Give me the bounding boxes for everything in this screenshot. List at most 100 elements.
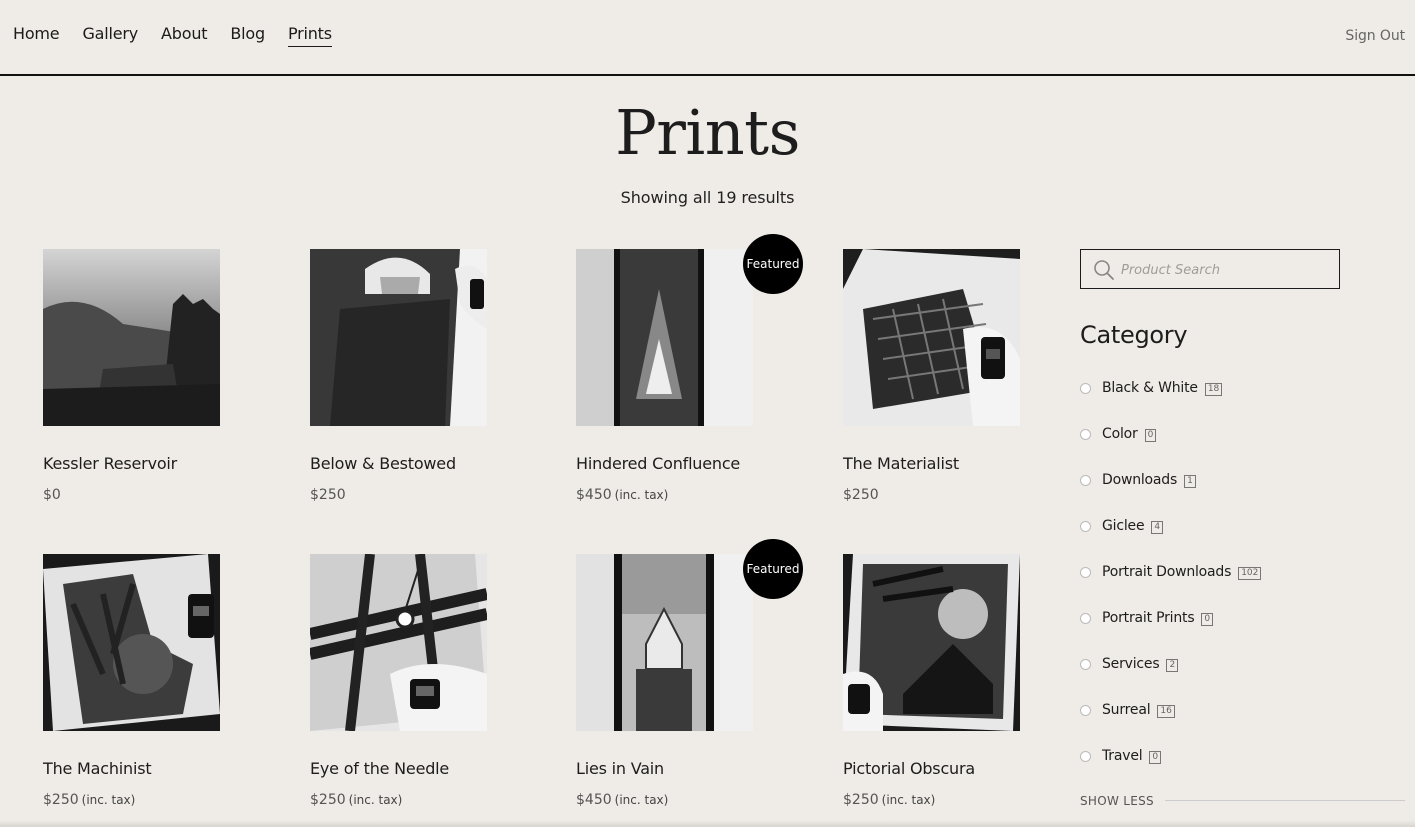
divider — [1165, 800, 1405, 801]
product-name[interactable]: Pictorial Obscura — [843, 759, 975, 778]
main-nav: Home Gallery About Blog Prints — [13, 24, 355, 47]
search-icon — [1094, 260, 1114, 280]
framed-forest-photo — [576, 249, 753, 426]
product-card[interactable]: The Materialist $250 — [843, 249, 1063, 503]
product-card[interactable]: Kessler Reservoir $0 — [43, 249, 263, 503]
product-price: $250 (inc. tax) — [43, 792, 135, 808]
product-name[interactable]: Lies in Vain — [576, 759, 664, 778]
product-image[interactable] — [43, 249, 220, 426]
product-card[interactable]: Featured Lies in Vain $450 (inc. tax) — [576, 539, 803, 808]
category-radio[interactable] — [1080, 429, 1091, 440]
price-amount: $250 — [43, 792, 79, 808]
category-label[interactable]: Giclee — [1102, 518, 1145, 534]
machinist-print-photo — [43, 554, 220, 731]
category-radio[interactable] — [1080, 475, 1091, 486]
nav-home[interactable]: Home — [13, 24, 60, 47]
product-card[interactable]: The Machinist $250 (inc. tax) — [43, 554, 263, 808]
product-name[interactable]: The Machinist — [43, 759, 152, 778]
featured-badge: Featured — [743, 234, 803, 294]
category-count: 102 — [1238, 567, 1262, 580]
category-item-downloads[interactable]: Downloads 1 — [1080, 472, 1261, 518]
category-count: 18 — [1204, 383, 1223, 396]
product-search-box[interactable] — [1080, 249, 1340, 289]
scroll-shadow — [0, 820, 1415, 827]
product-card[interactable]: Pictorial Obscura $250 (inc. tax) — [843, 554, 1063, 808]
product-image[interactable] — [310, 249, 487, 426]
category-count: 4 — [1151, 521, 1164, 534]
page-title: Prints — [615, 96, 800, 169]
price-amount: $250 — [310, 487, 346, 503]
product-card[interactable]: Featured Hindered Confluence $450 (inc. t… — [576, 234, 803, 503]
category-radio[interactable] — [1080, 567, 1091, 578]
price-tax-note: (inc. tax) — [881, 793, 936, 807]
results-count: Showing all 19 results — [620, 188, 795, 207]
nav-about[interactable]: About — [161, 24, 208, 47]
product-image[interactable] — [576, 554, 753, 731]
site-header: Home Gallery About Blog Prints Sign Out — [0, 0, 1415, 76]
category-label[interactable]: Portrait Prints — [1102, 610, 1195, 626]
nav-gallery[interactable]: Gallery — [82, 24, 138, 47]
castle-photo — [43, 249, 220, 426]
category-radio[interactable] — [1080, 613, 1091, 624]
product-image[interactable] — [576, 249, 753, 426]
price-amount: $250 — [310, 792, 346, 808]
category-label[interactable]: Portrait Downloads — [1102, 564, 1231, 580]
price-amount: $0 — [43, 487, 61, 503]
product-image[interactable] — [43, 554, 220, 731]
category-label[interactable]: Surreal — [1102, 702, 1151, 718]
product-card[interactable]: Below & Bestowed $250 — [310, 249, 530, 503]
show-less-button[interactable]: SHOW LESS — [1080, 794, 1154, 808]
product-name[interactable]: Below & Bestowed — [310, 454, 456, 473]
product-card[interactable]: Eye of the Needle $250 (inc. tax) — [310, 554, 530, 808]
category-item-color[interactable]: Color 0 — [1080, 426, 1261, 472]
price-amount: $450 — [576, 792, 612, 808]
product-image[interactable] — [843, 249, 1020, 426]
category-label[interactable]: Travel — [1102, 748, 1143, 764]
category-list: Black & White 18 Color 0 Downloads 1 Gic… — [1080, 380, 1262, 794]
price-amount: $250 — [843, 487, 879, 503]
category-label[interactable]: Color — [1102, 426, 1138, 442]
product-image[interactable] — [843, 554, 1020, 731]
category-item-giclee[interactable]: Giclee 4 — [1080, 518, 1261, 564]
price-amount: $250 — [843, 792, 879, 808]
product-price: $450 (inc. tax) — [576, 792, 668, 808]
pictorial-obscura-print-photo — [843, 554, 1020, 731]
featured-badge: Featured — [743, 539, 803, 599]
archway-print-photo — [310, 249, 487, 426]
category-heading: Category — [1080, 321, 1188, 349]
category-label[interactable]: Downloads — [1102, 472, 1177, 488]
product-price: $250 — [310, 487, 349, 503]
category-item-portrait-prints[interactable]: Portrait Prints 0 — [1080, 610, 1261, 656]
category-radio[interactable] — [1080, 659, 1091, 670]
category-count: 16 — [1157, 705, 1175, 718]
price-tax-note: (inc. tax) — [348, 793, 403, 807]
product-price: $0 — [43, 487, 64, 503]
category-item-surreal[interactable]: Surreal 16 — [1080, 702, 1261, 748]
category-count: 0 — [1149, 751, 1162, 764]
category-label[interactable]: Services — [1102, 656, 1160, 672]
quilted-bag-print-photo — [843, 249, 1020, 426]
category-radio[interactable] — [1080, 383, 1091, 394]
nav-blog[interactable]: Blog — [230, 24, 265, 47]
nav-prints[interactable]: Prints — [287, 24, 332, 47]
sign-out-link[interactable]: Sign Out — [1345, 28, 1405, 44]
product-price: $250 (inc. tax) — [843, 792, 935, 808]
category-radio[interactable] — [1080, 705, 1091, 716]
product-name[interactable]: Eye of the Needle — [310, 759, 449, 778]
product-name[interactable]: Hindered Confluence — [576, 454, 740, 473]
category-item-services[interactable]: Services 2 — [1080, 656, 1261, 702]
product-price: $450 (inc. tax) — [576, 487, 668, 503]
category-item-portrait-downloads[interactable]: Portrait Downloads 102 — [1080, 564, 1262, 610]
product-image[interactable] — [310, 554, 487, 731]
category-count: 2 — [1166, 659, 1179, 672]
category-radio[interactable] — [1080, 521, 1091, 532]
category-item-travel[interactable]: Travel 0 — [1080, 748, 1261, 794]
product-name[interactable]: The Materialist — [843, 454, 959, 473]
category-radio[interactable] — [1080, 751, 1091, 762]
product-name[interactable]: Kessler Reservoir — [43, 454, 177, 473]
category-item-black-white[interactable]: Black & White 18 — [1080, 380, 1261, 426]
category-label[interactable]: Black & White — [1102, 380, 1198, 396]
category-count: 0 — [1201, 613, 1214, 626]
price-amount: $450 — [576, 487, 612, 503]
search-input[interactable] — [1121, 258, 1331, 282]
